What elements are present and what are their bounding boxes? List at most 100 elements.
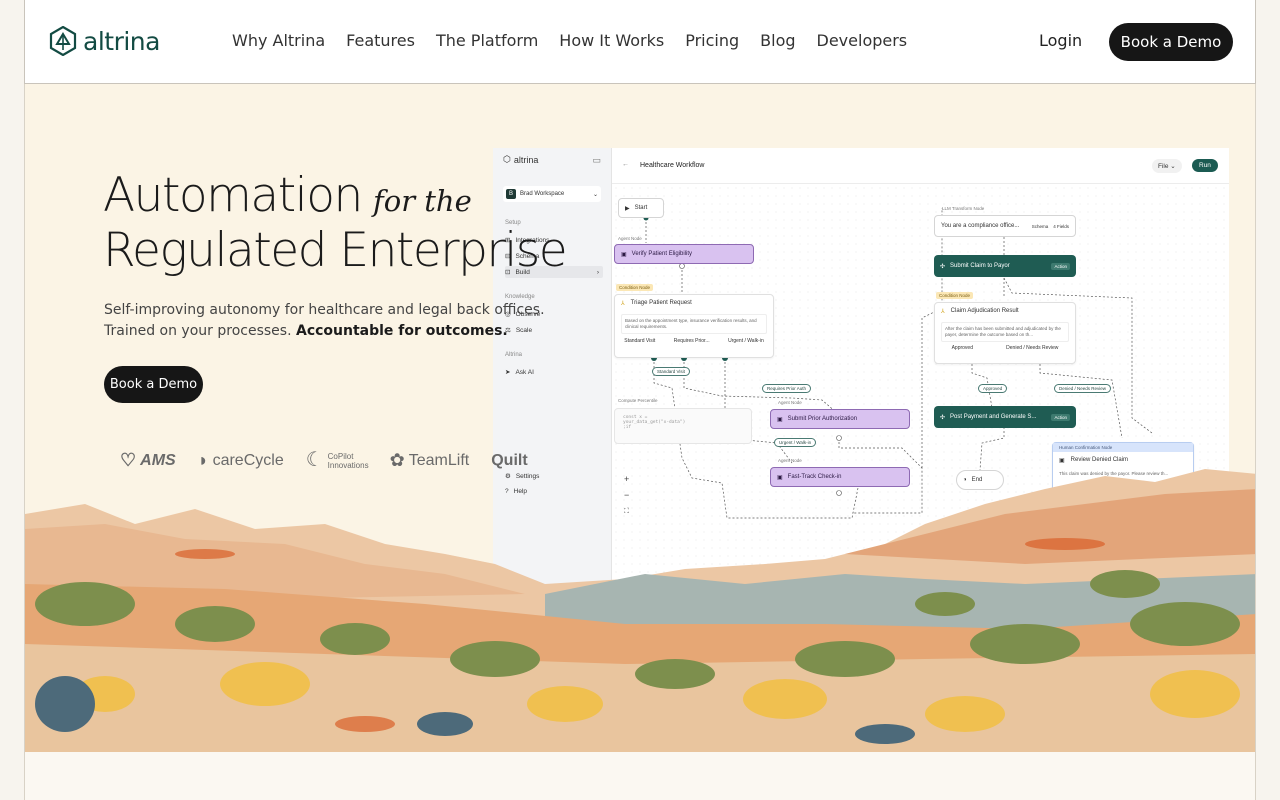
triage-node[interactable]: ⅄ Triage Patient Request Based on the app… [614, 294, 774, 358]
ams-mark-icon: ♡ [120, 450, 137, 470]
run-button[interactable]: Run [1192, 159, 1218, 172]
nav-developers[interactable]: Developers [817, 31, 908, 50]
action-badge: Action [1051, 262, 1070, 270]
site-header: altrina Why Altrina Features The Platfor… [24, 0, 1256, 84]
nav-why-altrina[interactable]: Why Altrina [232, 31, 325, 50]
sidebar-item-ask-ai[interactable]: ➤ Ask AI [505, 368, 534, 377]
hero-title-accent: for the [373, 184, 472, 218]
chevron-down-icon: ⌄ [592, 191, 598, 198]
submit-claim-label: Submit Claim to Payor [950, 263, 1010, 269]
condition-icon: ⅄ [621, 301, 625, 307]
workspace-name: Brad Workspace [520, 191, 565, 197]
claim-label: Claim Adjudication Result [950, 308, 1019, 314]
nav-how-it-works[interactable]: How It Works [559, 31, 664, 50]
agent-icon: ▣ [777, 416, 783, 423]
post-payment-node[interactable]: ✣ Post Payment and Generate S... Action [934, 406, 1076, 428]
llm-fields: 4 Fields [1053, 223, 1069, 229]
accept-option[interactable]: Accept [1053, 478, 1193, 492]
triage-options: Standard Visit Requires Prior... Urgent … [615, 338, 773, 344]
standard-visit-pill: Standard Visit [652, 367, 690, 376]
copilot-mark-icon: ☾ [305, 449, 324, 471]
nav-the-platform[interactable]: The Platform [436, 31, 538, 50]
agent-node-tag: Agent Node [618, 236, 642, 241]
carecycle-mark-icon: ◗ [197, 450, 209, 470]
sidebar-item-help[interactable]: ? Help [505, 488, 527, 495]
file-menu[interactable]: File ⌄ [1152, 159, 1182, 173]
llm-node-tag: LLM Transform Node [942, 206, 985, 211]
nav-blog[interactable]: Blog [760, 31, 795, 50]
review-description: This claim was denied by the payor. Plea… [1059, 471, 1169, 476]
end-node[interactable]: ◑ End [956, 470, 1004, 490]
gear-icon: ⚙ [505, 473, 511, 480]
workspace-badge: B [506, 189, 516, 199]
action-icon: ✣ [940, 414, 946, 421]
teamlift-text: TeamLift [408, 451, 470, 469]
hero-book-demo-button[interactable]: Book a Demo [104, 366, 203, 403]
review-header: ▣ Review Denied Claim [1053, 452, 1193, 469]
app-logo-icon: ⬡ [503, 154, 511, 164]
urgent-walk-in-pill: Urgent / Walk-in [774, 438, 817, 447]
zoom-in-icon[interactable]: + [624, 474, 629, 484]
sidebar-label: Settings [515, 472, 540, 480]
claim-option: Denied / Needs Review [1006, 345, 1059, 351]
claim-option: Approved [951, 345, 973, 351]
quilt-text: Quilt [491, 451, 528, 469]
triage-option: Requires Prior... [673, 338, 710, 344]
help-icon: ? [505, 488, 509, 495]
subtitle-plain: Trained on your processes. [104, 323, 292, 339]
approved-pill: Approved [978, 384, 1008, 393]
hero-title-line2: Regulated Enterprise [103, 223, 568, 278]
claim-description: After the claim has been submitted and a… [941, 322, 1069, 342]
workspace-selector[interactable]: B Brad Workspace ⌄ [503, 186, 601, 202]
canvas-topbar: ← Healthcare Workflow File ⌄ Run [612, 148, 1229, 184]
sidebar-label: Help [513, 488, 527, 495]
login-link[interactable]: Login [1039, 31, 1082, 50]
condition-node-tag: Condition Node [616, 284, 654, 291]
claim-adjudication-node[interactable]: ⅄ Claim Adjudication Result After the cla… [934, 302, 1076, 364]
next-section-edge [24, 752, 1256, 800]
back-icon[interactable]: ← [622, 161, 629, 168]
claim-header: ⅄ Claim Adjudication Result [935, 303, 1075, 320]
workflow-app-mockup: ⬡ altrina ▭ B Brad Workspace ⌄ Setup ⊞ Integ… [493, 148, 1229, 648]
sidebar-toggle-icon[interactable]: ▭ [592, 155, 601, 166]
triage-header: ⅄ Triage Patient Request [615, 295, 773, 312]
llm-prompt: You are a compliance office... [941, 223, 1020, 229]
nav-pricing[interactable]: Pricing [685, 31, 739, 50]
post-payment-label: Post Payment and Generate S... [950, 414, 1037, 420]
triage-label: Triage Patient Request [630, 300, 692, 306]
llm-transform-node[interactable]: You are a compliance office... Schema 4 Fi… [934, 215, 1076, 237]
teamlift-logo: ✿ TeamLift [390, 450, 470, 471]
fast-track-checkin-node[interactable]: ▣ Fast-Track Check-in [770, 467, 910, 487]
submit-claim-node[interactable]: ✣ Submit Claim to Payor Action [934, 255, 1076, 277]
brand-name: altrina [83, 26, 160, 56]
fit-view-icon[interactable]: ⛶ [624, 508, 629, 516]
workflow-canvas[interactable]: ← Healthcare Workflow File ⌄ Run ▶ Start… [611, 148, 1229, 648]
fast-track-label: Fast-Track Check-in [787, 474, 842, 480]
compute-node-tag: Compute Percentile [618, 398, 658, 403]
copilot-text: CoPilot Innovations [327, 451, 369, 470]
send-icon: ➤ [505, 369, 511, 376]
zoom-out-icon[interactable]: − [624, 490, 629, 500]
chevron-right-icon: › [596, 268, 599, 276]
review-denied-claim-node[interactable]: Human Confirmation Node ▣ Review Denied C… [1052, 442, 1194, 512]
teamlift-mark-icon: ✿ [389, 450, 405, 470]
brand-logo[interactable]: altrina [49, 26, 160, 56]
partner-logos: ♡ AMS ◗ careCycle ☾ CoPilot Innovations ✿ Te… [120, 450, 528, 471]
agent-node-tag: Agent Node [778, 458, 802, 463]
agent-icon: ▣ [621, 251, 627, 258]
hero-subtitle: Self-improving autonomy for healthcare a… [104, 300, 545, 342]
verify-eligibility-node[interactable]: ▣ Verify Patient Eligibility [614, 244, 754, 264]
sidebar-item-settings[interactable]: ⚙ Settings [505, 472, 540, 481]
submit-prior-auth-node[interactable]: ▣ Submit Prior Authorization [770, 409, 910, 429]
main-nav: Why Altrina Features The Platform How It… [232, 31, 907, 50]
nav-features[interactable]: Features [346, 31, 415, 50]
condition-node-tag: Condition Node [936, 292, 974, 299]
denied-pill: Denied / Needs Review [1054, 384, 1112, 393]
header-book-demo-button[interactable]: Book a Demo [1109, 23, 1233, 61]
triage-description: Based on the appointment type, insurance… [621, 314, 767, 334]
copilot-logo: ☾ CoPilot Innovations [305, 449, 369, 471]
review-label: Review Denied Claim [1070, 457, 1129, 463]
hero-title-line1: Automation [103, 168, 363, 223]
start-node[interactable]: ▶ Start [618, 198, 664, 218]
compute-percentile-node[interactable]: const x = your_data_get("x-data") ;if [614, 408, 752, 444]
